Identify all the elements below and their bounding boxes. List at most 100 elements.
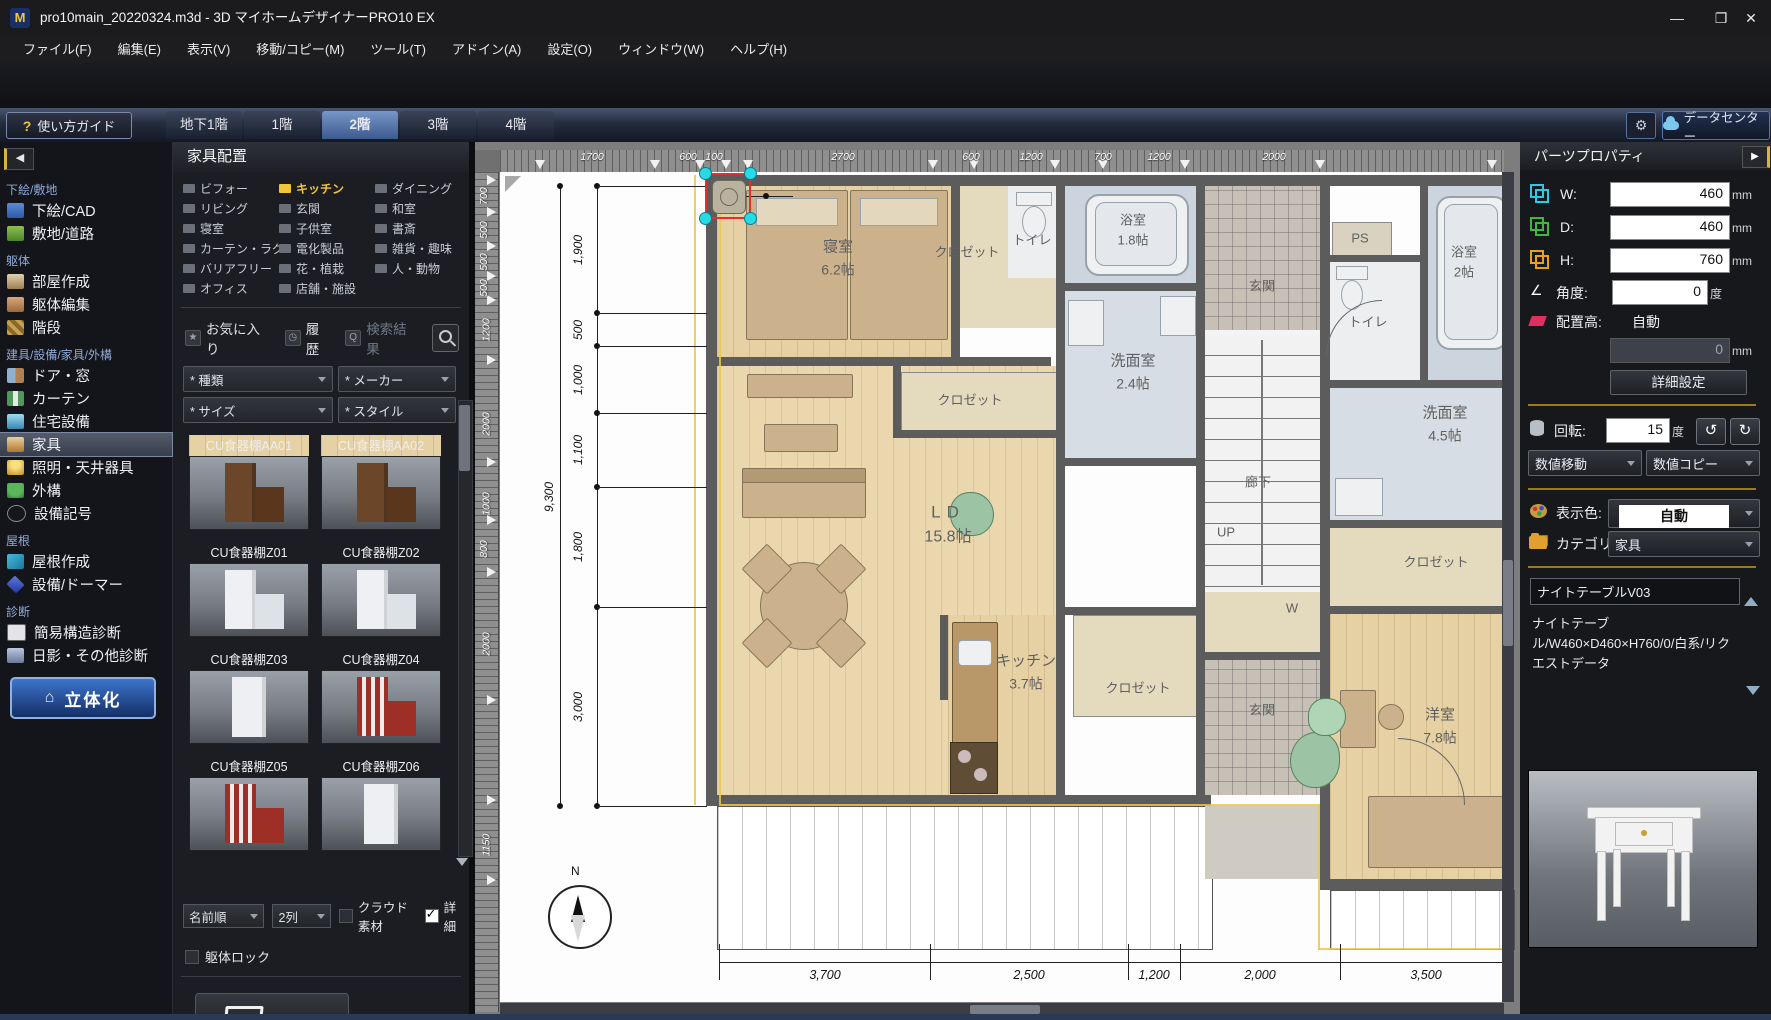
category-item[interactable]: 雑貨・趣味 <box>375 240 463 257</box>
category-item[interactable]: 電化製品 <box>279 240 375 257</box>
canvas-vertical-scrollbar[interactable] <box>1502 172 1514 1002</box>
filter-dropdown[interactable]: * 種類 <box>183 366 333 392</box>
sidebar-entry[interactable]: 日影・その他診断 <box>0 644 172 667</box>
detail-settings-button[interactable]: 詳細設定 <box>1610 370 1747 395</box>
category-item[interactable]: 店舗・施設 <box>279 280 375 297</box>
sidebar-entry[interactable]: 家具 <box>0 433 172 456</box>
sidebar-entry[interactable]: 診断 <box>0 596 172 621</box>
catalog-item[interactable]: CU食器棚Z04 <box>321 649 441 744</box>
menu-item[interactable]: ツール(T) <box>357 37 439 63</box>
category-item[interactable]: 子供室 <box>279 220 375 237</box>
menu-item[interactable]: 移動/コピー(M) <box>243 37 357 63</box>
checkbox[interactable] <box>185 950 199 964</box>
sidebar-entry[interactable]: 屋根作成 <box>0 550 172 573</box>
floor-tab[interactable]: 3階 <box>400 111 476 139</box>
selection-handle[interactable] <box>744 167 757 180</box>
sidebar-entry[interactable]: 下絵/敷地 <box>0 174 172 199</box>
sidebar-entry[interactable]: 部屋作成 <box>0 270 172 293</box>
category-item[interactable]: ビフォー <box>183 180 279 197</box>
scroll-down-icon[interactable] <box>456 858 468 872</box>
angle-input[interactable]: 0 <box>1612 280 1708 305</box>
scroll-down-icon[interactable] <box>1746 686 1760 702</box>
menu-item[interactable]: ヘルプ(H) <box>717 37 800 63</box>
sidebar-entry[interactable]: ドア・窓 <box>0 364 172 387</box>
sidebar-entry[interactable]: 階段 <box>0 316 172 339</box>
sidebar-entry[interactable]: 照明・天井器具 <box>0 456 172 479</box>
category-item[interactable]: オフィス <box>183 280 279 297</box>
scrollbar-handle[interactable] <box>1503 560 1513 646</box>
sort-order-dropdown[interactable]: 名前順 <box>183 904 264 928</box>
data-center-button[interactable]: データセンター <box>1662 111 1770 140</box>
display-color-dropdown[interactable]: 自動 <box>1608 499 1760 528</box>
catalog-item[interactable]: CU食器棚Z01 <box>189 542 309 637</box>
sidebar-entry[interactable]: 住宅設備 <box>0 410 172 433</box>
history-tab[interactable]: ◷履歴 <box>285 318 331 358</box>
sidebar-entry[interactable]: 下絵/CAD <box>0 199 172 222</box>
width-input[interactable]: 460 <box>1610 182 1730 207</box>
usage-guide-button[interactable]: ? 使い方ガイド <box>6 112 132 139</box>
rotate-cw-button[interactable]: ↻ <box>1730 418 1760 445</box>
category-item[interactable]: バリアフリー <box>183 260 279 277</box>
selection-handle[interactable] <box>699 212 712 225</box>
sidebar-collapse-button[interactable]: ◀ <box>4 148 34 170</box>
floor-tab[interactable]: 4階 <box>478 111 554 139</box>
catalog-item[interactable]: CU食器棚AA02 <box>321 435 441 530</box>
depth-input[interactable]: 460 <box>1610 215 1730 240</box>
placement-height-input[interactable]: 0 <box>1610 338 1730 363</box>
selection-handle[interactable] <box>744 212 757 225</box>
filter-dropdown[interactable]: * サイズ <box>183 397 333 423</box>
category-dropdown[interactable]: 家具 <box>1608 531 1760 557</box>
menu-item[interactable]: ファイル(F) <box>10 37 105 63</box>
menu-item[interactable]: 表示(V) <box>174 37 243 63</box>
sidebar-entry[interactable]: 外構 <box>0 479 172 502</box>
maximize-button[interactable]: ❐ <box>1706 6 1736 30</box>
detail-toggle[interactable]: 詳細 <box>425 897 461 935</box>
catalog-item[interactable]: CU食器棚Z03 <box>189 649 309 744</box>
close-button[interactable]: ✕ <box>1736 6 1766 30</box>
catalog-scrollbar[interactable] <box>458 400 473 857</box>
rotate-ccw-button[interactable]: ↺ <box>1696 418 1726 445</box>
sidebar-entry[interactable]: 設備記号 <box>0 502 172 525</box>
search-results-tab[interactable]: Q検索結果 <box>345 318 418 358</box>
menu-item[interactable]: ウィンドウ(W) <box>605 37 717 63</box>
category-item[interactable]: 書斎 <box>375 220 463 237</box>
catalog-item[interactable]: CU食器棚AA01 <box>189 435 309 530</box>
menu-item[interactable]: 編集(E) <box>105 37 174 63</box>
catalog-item[interactable]: CU食器棚Z06 <box>321 756 441 851</box>
item-name-field[interactable]: ナイトテーブルV03 <box>1530 578 1740 605</box>
column-count-dropdown[interactable]: 2列 <box>272 904 330 928</box>
plan-canvas[interactable]: 17006001002700600120070012002000 7005005… <box>475 142 1520 1017</box>
sidebar-entry[interactable]: 設備/ドーマー <box>0 573 172 596</box>
floor-tab[interactable]: 地下1階 <box>166 111 242 139</box>
category-item[interactable]: キッチン <box>279 180 375 197</box>
category-item[interactable]: 人・動物 <box>375 260 463 277</box>
sidebar-entry[interactable]: 屋根 <box>0 525 172 550</box>
cloud-material-toggle[interactable]: クラウド素材 <box>339 897 417 935</box>
filter-dropdown[interactable]: * スタイル <box>338 397 456 423</box>
category-item[interactable]: ダイニング <box>375 180 463 197</box>
rotate-input[interactable]: 15 <box>1606 418 1670 443</box>
scrollbar-handle[interactable] <box>970 1005 1040 1014</box>
catalog-item[interactable]: CU食器棚Z02 <box>321 542 441 637</box>
floor-tab[interactable]: 2階 <box>322 111 398 139</box>
menu-item[interactable]: 設定(O) <box>534 37 605 63</box>
sidebar-entry[interactable]: 簡易構造診断 <box>0 621 172 644</box>
panel-toggle-button[interactable]: ▶ <box>1742 146 1770 168</box>
floor-tab[interactable]: 1階 <box>244 111 320 139</box>
scrollbar-handle[interactable] <box>459 405 470 471</box>
checkbox[interactable] <box>425 909 439 923</box>
sidebar-entry[interactable]: 躯体編集 <box>0 293 172 316</box>
sidebar-entry[interactable]: カーテン <box>0 387 172 410</box>
category-item[interactable]: 玄関 <box>279 200 375 217</box>
category-item[interactable]: カーテン・ラグ <box>183 240 279 257</box>
selection-handle[interactable] <box>699 167 712 180</box>
sidebar-entry[interactable]: 敷地/道路 <box>0 222 172 245</box>
body-lock-toggle[interactable]: 躯体ロック <box>185 947 469 966</box>
search-button[interactable] <box>432 324 459 352</box>
catalog-item[interactable]: CU食器棚Z05 <box>189 756 309 851</box>
filter-dropdown[interactable]: * メーカー <box>338 366 456 392</box>
favorites-tab[interactable]: ★お気に入り <box>185 318 271 358</box>
category-item[interactable]: 花・植栽 <box>279 260 375 277</box>
make-3d-button[interactable]: ⌂ 立体化 <box>10 677 156 719</box>
category-item[interactable]: リビング <box>183 200 279 217</box>
